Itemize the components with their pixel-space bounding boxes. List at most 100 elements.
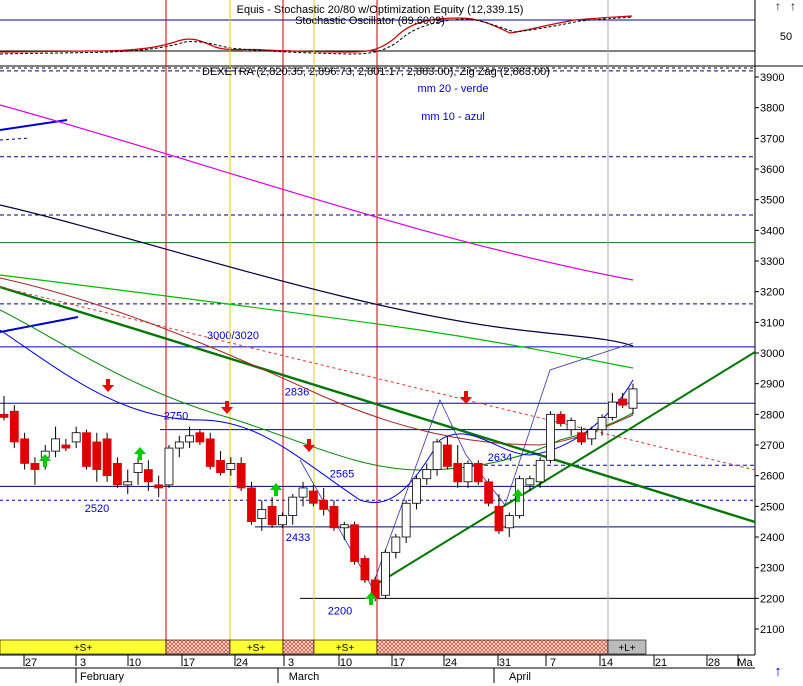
candle-body xyxy=(92,441,102,470)
candle-body xyxy=(0,413,9,418)
candle-body xyxy=(185,435,195,443)
x-tick-label: 10 xyxy=(129,657,141,669)
candle-body xyxy=(525,478,535,486)
scroll-top-arrow-icon[interactable]: ↑ xyxy=(774,663,782,680)
candle-body xyxy=(20,438,30,464)
y-tick-label: 2300 xyxy=(760,563,784,575)
month-label: April xyxy=(509,671,531,683)
x-tick-label: 28 xyxy=(708,657,720,669)
y-tick-label: 2200 xyxy=(760,593,784,605)
candle-body xyxy=(236,462,246,489)
y-tick-label: 3400 xyxy=(760,225,784,237)
candle-body xyxy=(113,462,122,486)
signal-label-s2: +S+ xyxy=(247,643,266,654)
candle-body xyxy=(319,499,329,510)
candle-body xyxy=(577,432,586,443)
x-tick-label: Ma xyxy=(737,657,753,669)
signal-hatch-3 xyxy=(376,639,609,655)
dashed-stub-line xyxy=(0,137,31,141)
candle-body xyxy=(205,438,215,467)
signal-hatch-1 xyxy=(165,639,231,655)
candle-body xyxy=(308,490,318,504)
candle-body xyxy=(51,438,60,452)
candle-body xyxy=(226,462,236,470)
candle-body xyxy=(61,444,71,449)
y-axis-labels: 3900 3800 3700 3600 3500 3400 3300 3200 3100 3000… xyxy=(755,72,784,636)
candle-body xyxy=(401,502,411,538)
level-label-2565: 2565 xyxy=(330,468,354,480)
chart-stage: Equis - Stochastic 20/80 w/Optimization … xyxy=(0,0,803,683)
candle-body xyxy=(102,438,112,477)
candle-body xyxy=(143,469,153,483)
legend-mm10: mm 10 - azul xyxy=(421,111,485,123)
x-tick-label: 10 xyxy=(340,657,352,669)
candle-body xyxy=(360,558,370,581)
level-label-2200: 2200 xyxy=(328,605,352,617)
x-tick-label: 24 xyxy=(236,657,248,669)
signal-label-s1: +S+ xyxy=(74,643,93,654)
blue-stub-line-bottom xyxy=(0,316,79,333)
candle-body xyxy=(381,551,390,596)
candle-body xyxy=(9,410,19,443)
candle-body xyxy=(247,487,256,523)
candle-body xyxy=(473,462,483,483)
legend-mm20: mm 20 - verde xyxy=(418,83,489,95)
y-tick-label: 2500 xyxy=(760,501,784,513)
y-tick-label: 2800 xyxy=(760,409,784,421)
x-tick-label: 7 xyxy=(550,657,556,669)
y-tick-label: 3700 xyxy=(760,133,784,145)
candle-body xyxy=(453,462,463,483)
y-tick-label: 3000 xyxy=(760,348,784,360)
sell-arrow-icon xyxy=(460,391,472,404)
y-tick-label: 2100 xyxy=(760,624,784,636)
candle-body xyxy=(174,441,184,449)
candle-body xyxy=(432,441,442,470)
x-tick-label: 3 xyxy=(80,657,86,669)
candle-body xyxy=(391,536,401,553)
candle-body xyxy=(71,432,81,443)
x-tick-label: 21 xyxy=(655,657,667,669)
candle-body xyxy=(195,432,205,443)
candle-body xyxy=(350,524,359,562)
x-tick-label: 17 xyxy=(393,657,405,669)
scroll-up-arrow-icon-2[interactable]: ↑ xyxy=(775,0,781,13)
x-tick-label: 31 xyxy=(499,657,511,669)
x-tick-label: 24 xyxy=(445,657,457,669)
level-label-2433: 2433 xyxy=(286,532,310,544)
candle-body xyxy=(566,420,576,431)
signal-label-l1: +L+ xyxy=(618,643,635,654)
candle-body xyxy=(298,487,308,498)
level-label-2520: 2520 xyxy=(85,503,109,515)
candle-body xyxy=(339,524,349,529)
y-tick-label: 3500 xyxy=(760,195,784,207)
candle-body xyxy=(587,429,597,440)
ma-magenta-line xyxy=(0,104,634,281)
y-tick-label: 3800 xyxy=(760,103,784,115)
y-tick-label: 2700 xyxy=(760,440,784,452)
y-tick-label: 2900 xyxy=(760,379,784,391)
signal-hatch-2 xyxy=(282,639,315,655)
candle-body xyxy=(494,505,504,532)
chart-svg: Equis - Stochastic 20/80 w/Optimization … xyxy=(0,0,803,683)
candle-body xyxy=(329,505,339,529)
oscillator-panel: Equis - Stochastic 20/80 w/Optimization … xyxy=(0,0,796,55)
month-label: March xyxy=(289,671,320,683)
buy-arrow-icon xyxy=(270,483,282,496)
candle-body xyxy=(164,447,174,486)
y-tick-label: 3200 xyxy=(760,287,784,299)
x-axis-labels: 27 3 10 17 24 3 10 17 24 31 7 14 21 28 Ma February March… xyxy=(0,655,755,683)
candle-body xyxy=(288,496,298,516)
osc-subtitle: Stochastic Oscillator (89.6009) xyxy=(295,15,445,27)
scroll-up-arrow-icon[interactable]: ↑ xyxy=(790,0,796,13)
osc-tick-50: 50 xyxy=(780,31,792,43)
signal-bar: +S+ +S+ +S+ +L+ xyxy=(0,639,647,655)
candle-body xyxy=(484,481,494,504)
candle-body xyxy=(278,515,287,526)
candle-body xyxy=(30,462,40,470)
y-tick-label: 3100 xyxy=(760,317,784,329)
candle-body xyxy=(82,432,91,467)
candle-body xyxy=(535,459,545,483)
ma-long-line xyxy=(0,204,634,347)
candle-body xyxy=(546,413,555,461)
x-tick-label: 14 xyxy=(601,657,613,669)
